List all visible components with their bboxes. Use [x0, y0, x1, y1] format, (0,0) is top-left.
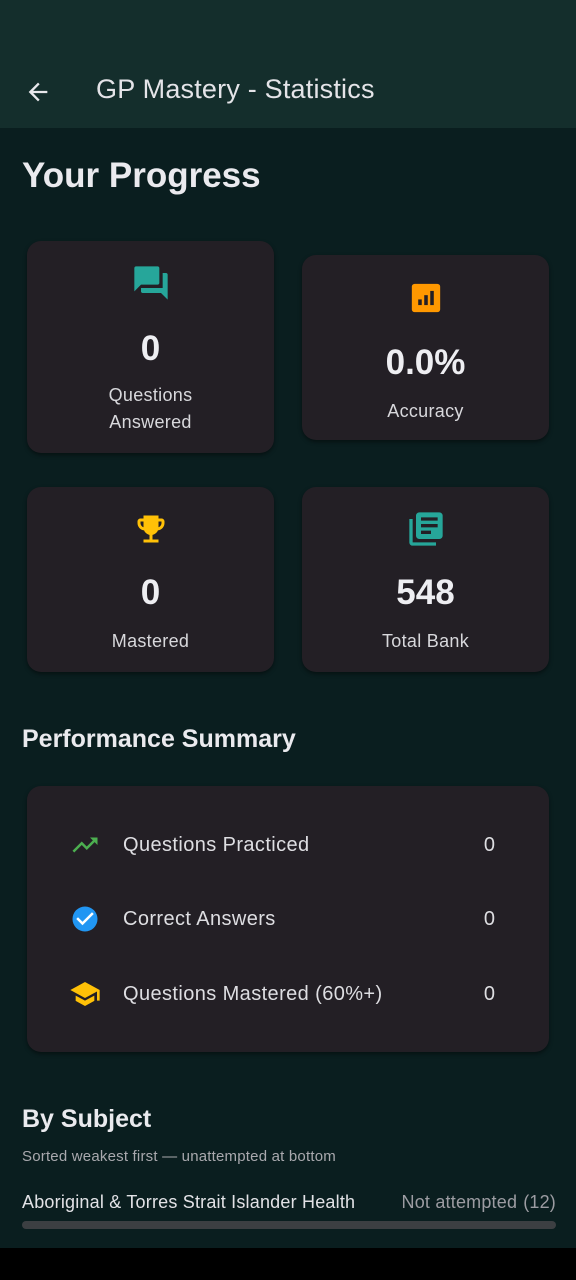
correct-answers-row: Correct Answers 0 [27, 899, 549, 939]
total-bank-label: Total Bank [381, 631, 470, 651]
questions-mastered-value: 0 [483, 982, 495, 1005]
by-subject-heading: By Subject [22, 1105, 152, 1133]
accuracy-value: 0.0% [385, 343, 466, 382]
performance-heading: Performance Summary [22, 725, 296, 753]
questions-practiced-label: Questions Practiced [123, 833, 310, 856]
accuracy-card: 0.0% Accuracy [302, 255, 549, 440]
mastered-value: 0 [140, 573, 161, 612]
subject-status: Not attempted (12) [402, 1192, 556, 1213]
status-bar [0, 0, 576, 56]
performance-summary-card: Questions Practiced 0 Correct Answers 0 … [27, 786, 549, 1052]
back-button[interactable] [14, 68, 62, 116]
trending-up-icon [69, 829, 101, 861]
arrow-back-icon [28, 82, 48, 102]
questions-practiced-value: 0 [483, 833, 495, 856]
forum-icon [131, 263, 171, 303]
subject-item[interactable]: Aboriginal & Torres Strait Islander Heal… [22, 1190, 556, 1230]
mastered-label: Mastered [111, 631, 190, 651]
by-subject-subtitle: Sorted weakest first — unattempted at bo… [22, 1148, 336, 1165]
subject-progress-bar [22, 1221, 556, 1229]
school-icon [69, 978, 101, 1010]
correct-answers-value: 0 [483, 907, 495, 930]
subject-status-text: Not attempted [401, 1192, 518, 1212]
questions-practiced-row: Questions Practiced 0 [27, 825, 549, 865]
progress-heading: Your Progress [22, 156, 261, 195]
app-bar: GP Mastery - Statistics [0, 56, 576, 128]
library-books-icon [406, 509, 446, 549]
correct-answers-label: Correct Answers [123, 907, 276, 930]
subject-question-count: (12) [523, 1192, 556, 1212]
questions-answered-card: 0 Questions Answered [27, 241, 274, 453]
system-navigation-bar [0, 1248, 576, 1280]
questions-mastered-label: Questions Mastered (60%+) [123, 982, 383, 1005]
mastered-card: 0 Mastered [27, 487, 274, 672]
total-bank-value: 548 [396, 573, 455, 612]
questions-answered-value: 0 [140, 329, 161, 368]
questions-answered-label: Questions Answered [108, 385, 193, 432]
accuracy-label: Accuracy [387, 401, 464, 421]
app-title: GP Mastery - Statistics [96, 74, 375, 104]
bar-chart-icon [409, 281, 443, 315]
questions-mastered-row: Questions Mastered (60%+) 0 [27, 974, 549, 1014]
check-circle-icon [69, 903, 101, 935]
trophy-icon [133, 511, 169, 547]
statistics-screen: GP Mastery - Statistics Your Progress 0 … [0, 0, 576, 1248]
subject-name: Aboriginal & Torres Strait Islander Heal… [22, 1192, 356, 1212]
total-bank-card: 548 Total Bank [302, 487, 549, 672]
